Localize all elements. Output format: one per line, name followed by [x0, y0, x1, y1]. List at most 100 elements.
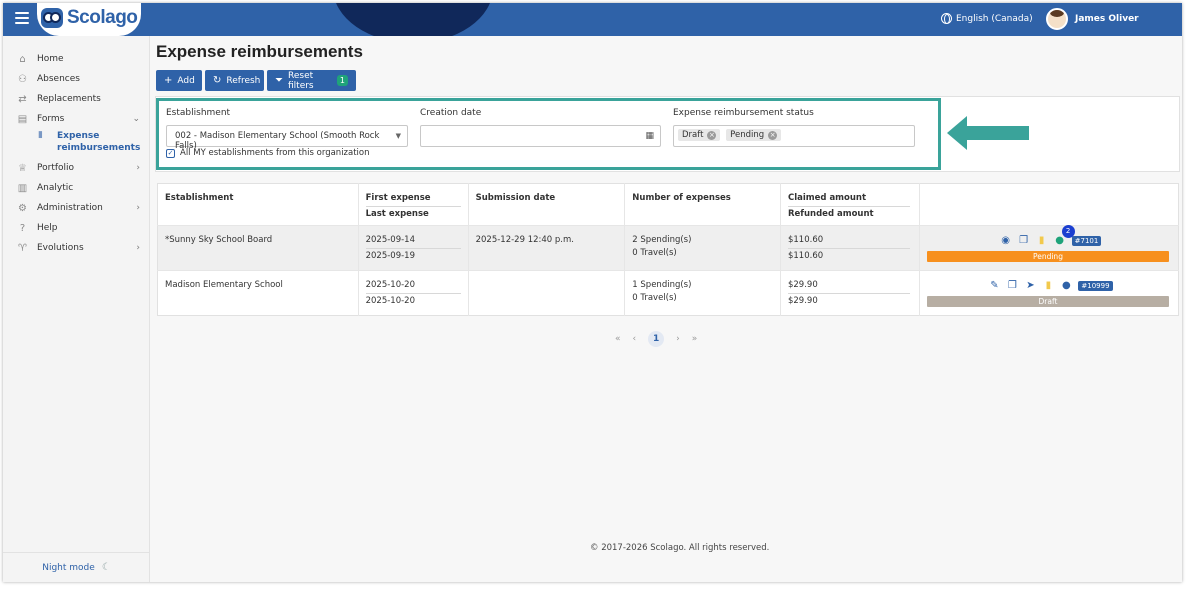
night-mode-toggle[interactable]: Night mode ☾ [3, 552, 150, 582]
copy-icon[interactable]: ❐ [1006, 280, 1018, 292]
refresh-button-label: Refresh [226, 75, 261, 86]
gear-icon: ⚙ [18, 202, 27, 214]
sidebar-item-label: Administration [37, 203, 103, 213]
comment-count-badge: 2 [1061, 225, 1075, 238]
table-row[interactable]: *Sunny Sky School Board 2025-09-14 2025-… [157, 225, 1179, 271]
cell-travel: 0 Travel(s) [632, 293, 677, 303]
sidebar-item-administration[interactable]: ⚙ Administration › [3, 198, 149, 218]
cell-first-expense: 2025-09-14 [365, 234, 461, 249]
sidebar-item-label: Forms [37, 114, 65, 124]
row-actions: ✎ ❐ ➤ ▮ ● #10999 [927, 279, 1171, 293]
chevron-right-icon: › [136, 243, 140, 253]
app-window: Scolago English (Canada) James Oliver ⌂ … [3, 3, 1182, 582]
col-claimed-amount: Claimed amount [787, 192, 910, 207]
help-icon: ? [19, 222, 26, 234]
sidebar-item-forms[interactable]: ▤ Forms ⌄ [3, 109, 149, 129]
refresh-button[interactable]: ↻ Refresh [205, 70, 264, 91]
user-name: James Oliver [1075, 14, 1139, 24]
sidebar-item-absences[interactable]: ⚇ Absences [3, 69, 149, 89]
status-badge: Pending [926, 251, 1169, 262]
col-submission-date[interactable]: Submission date [468, 183, 626, 226]
reset-filters-label: Reset filters [288, 70, 314, 91]
cell-spending: 1 Spending(s) [632, 280, 692, 290]
sidebar-item-help[interactable]: ? Help [3, 218, 149, 238]
cell-submission-date: 2025-12-29 12:40 p.m. [468, 225, 626, 271]
cell-establishment: Madison Elementary School [157, 270, 359, 316]
cell-number-of-expenses: 2 Spending(s) 0 Travel(s) [624, 225, 781, 271]
id-tag[interactable]: #10999 [1078, 281, 1113, 291]
trash-icon[interactable]: ▮ [1036, 235, 1048, 247]
filter-icon: ⏷ [275, 75, 283, 86]
sidebar-item-portfolio[interactable]: ♕ Portfolio › [3, 158, 149, 178]
first-page-icon[interactable]: « [615, 334, 621, 344]
cell-actions: ◉ ❐ ▮ ● 2 #7101 Pending [919, 225, 1179, 271]
avatar [1046, 8, 1068, 30]
copy-icon[interactable]: ❐ [1018, 235, 1030, 247]
globe-icon [941, 13, 952, 24]
top-bar: Scolago English (Canada) James Oliver [3, 3, 1182, 36]
edit-pencil-icon[interactable]: ✎ [988, 280, 1000, 292]
sidebar-item-analytic[interactable]: ▥ Analytic [3, 178, 149, 198]
comment-icon[interactable]: ● [1060, 280, 1072, 292]
sidebar-item-evolutions[interactable]: ♈ Evolutions › [3, 238, 149, 258]
cell-first-expense: 2025-10-20 [365, 279, 461, 294]
cell-travel: 0 Travel(s) [632, 248, 677, 258]
cell-expense-dates: 2025-10-20 2025-10-20 [358, 270, 469, 316]
chevron-right-icon: › [136, 163, 140, 173]
sidebar-item-expense-reimbursements[interactable]: ▮ Expense reimbursements [3, 130, 149, 158]
reset-filters-button[interactable]: ⏷ Reset filters 1 [267, 70, 356, 91]
row-actions: ◉ ❐ ▮ ● 2 #7101 [927, 225, 1171, 248]
cell-submission-date [468, 270, 626, 316]
main-content: Expense reimbursements + Add ↻ Refresh ⏷… [155, 36, 1180, 582]
cell-amounts: $29.90 $29.90 [780, 270, 920, 316]
trash-icon[interactable]: ▮ [1042, 280, 1054, 292]
cell-last-expense: 2025-09-19 [365, 251, 415, 261]
sidebar-item-label: Analytic [37, 183, 74, 193]
send-icon[interactable]: ➤ [1024, 280, 1036, 292]
user-menu[interactable]: James Oliver [1046, 8, 1139, 30]
trophy-icon: ♕ [18, 162, 27, 174]
current-page[interactable]: 1 [648, 331, 665, 347]
pagination: « ‹ 1 › » [615, 331, 697, 347]
absence-icon: ⚇ [18, 73, 27, 85]
language-selector[interactable]: English (Canada) [941, 13, 1033, 24]
sidebar-item-label: Home [37, 54, 64, 64]
cell-claimed: $110.60 [787, 234, 910, 249]
replacement-icon: ⇄ [18, 93, 27, 105]
cell-claimed: $29.90 [787, 279, 910, 294]
table-header-row: Establishment First expense Last expense… [157, 183, 1179, 226]
sidebar-item-home[interactable]: ⌂ Home [3, 49, 149, 69]
add-button[interactable]: + Add [156, 70, 202, 91]
sidebar-nav: ⌂ Home ⚇ Absences ⇄ Replacements ▤ Forms… [3, 36, 149, 258]
chevron-down-icon: ⌄ [132, 114, 140, 124]
prev-page-icon[interactable]: ‹ [633, 334, 637, 344]
col-establishment[interactable]: Establishment [157, 183, 359, 226]
highlight-box [156, 98, 941, 170]
footer-copyright: © 2017-2026 Scolago. All rights reserved… [590, 543, 770, 553]
next-page-icon[interactable]: › [676, 334, 680, 344]
sidebar-item-label: Help [37, 223, 58, 233]
id-tag[interactable]: #7101 [1071, 236, 1102, 246]
cell-spending: 2 Spending(s) [632, 235, 692, 245]
last-page-icon[interactable]: » [692, 334, 698, 344]
logo[interactable]: Scolago [41, 7, 138, 29]
sidebar-item-label: Portfolio [37, 163, 75, 173]
annotation-arrow-icon [947, 116, 1029, 150]
sidebar-item-replacements[interactable]: ⇄ Replacements [3, 89, 149, 109]
cell-refunded: $110.60 [787, 251, 824, 261]
col-expense-dates[interactable]: First expense Last expense [358, 183, 469, 226]
col-refunded-amount: Refunded amount [787, 209, 874, 219]
sidebar-item-label: Absences [37, 74, 80, 84]
col-number-of-expenses[interactable]: Number of expenses [624, 183, 781, 226]
table-row[interactable]: Madison Elementary School 2025-10-20 202… [157, 270, 1179, 316]
sidebar: ⌂ Home ⚇ Absences ⇄ Replacements ▤ Forms… [3, 36, 150, 582]
analytic-icon: ▥ [17, 182, 28, 194]
cell-amounts: $110.60 $110.60 [780, 225, 920, 271]
comment-icon[interactable]: ● 2 [1054, 225, 1075, 247]
menu-icon[interactable] [15, 12, 29, 24]
cell-last-expense: 2025-10-20 [365, 296, 415, 306]
view-icon[interactable]: ◉ [1000, 235, 1012, 247]
logo-text: Scolago [67, 7, 138, 28]
col-amounts[interactable]: Claimed amount Refunded amount [780, 183, 920, 226]
col-actions [919, 184, 1178, 226]
